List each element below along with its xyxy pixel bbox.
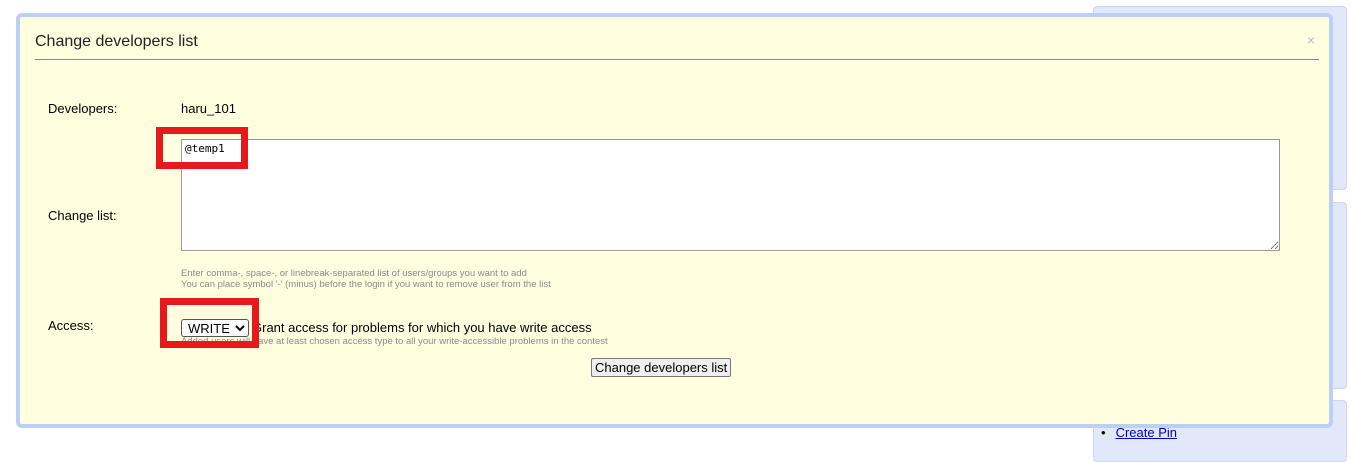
change-developers-dialog: Change developers list × Developers: har… xyxy=(16,13,1333,428)
change-list-textarea[interactable]: @temp1 xyxy=(181,139,1280,251)
access-label: Access: xyxy=(48,318,94,333)
access-hint: Added users will have at least chosen ac… xyxy=(181,336,608,347)
access-select[interactable]: WRITE xyxy=(181,319,249,337)
dialog-title: Change developers list xyxy=(35,33,198,50)
change-list-hint-2: You can place symbol '-' (minus) before … xyxy=(181,279,551,290)
change-list-label: Change list: xyxy=(48,208,117,223)
access-description: Grant access for problems for which you … xyxy=(252,320,592,335)
close-icon[interactable]: × xyxy=(1307,32,1315,48)
title-divider xyxy=(35,59,1319,60)
developers-value: haru_101 xyxy=(181,101,236,116)
developers-label: Developers: xyxy=(48,101,118,116)
change-list-hint-1: Enter comma-, space-, or linebreak-separ… xyxy=(181,268,527,279)
change-developers-button[interactable]: Change developers list xyxy=(591,358,732,377)
